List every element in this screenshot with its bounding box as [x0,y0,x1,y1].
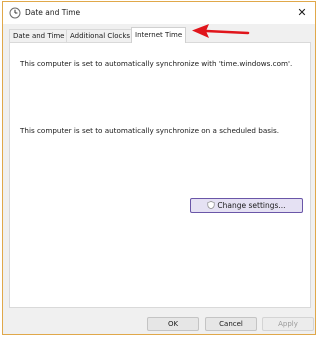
tab-additional-clocks[interactable]: Additional Clocks [66,29,135,42]
sync-schedule-text: This computer is set to automatically sy… [20,126,280,135]
apply-button[interactable]: Apply [262,317,314,331]
close-button[interactable]: ✕ [295,6,309,20]
change-settings-label: Change settings... [217,201,286,210]
ok-button[interactable]: OK [147,317,199,331]
tab-internet-time[interactable]: Internet Time [131,27,187,43]
tab-date-and-time[interactable]: Date and Time [9,29,69,42]
internet-time-panel: This computer is set to automatically sy… [9,42,311,308]
title-bar: Date and Time ✕ [3,2,315,24]
date-time-dialog: Date and Time ✕ Date and Time Additional… [2,1,316,335]
annotation-arrow-icon [192,24,250,38]
sync-server-text: This computer is set to automatically sy… [20,59,293,68]
tab-strip: Date and Time Additional Clocks Internet… [9,27,313,43]
window-title: Date and Time [25,8,81,17]
shield-icon [207,201,215,209]
change-settings-button[interactable]: Change settings... [190,198,303,213]
cancel-button[interactable]: Cancel [205,317,257,331]
clock-icon [9,7,21,19]
